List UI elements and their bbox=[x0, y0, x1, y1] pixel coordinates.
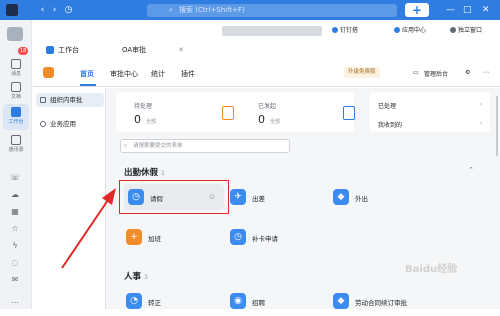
watermark: Baidu经验 bbox=[405, 264, 458, 275]
